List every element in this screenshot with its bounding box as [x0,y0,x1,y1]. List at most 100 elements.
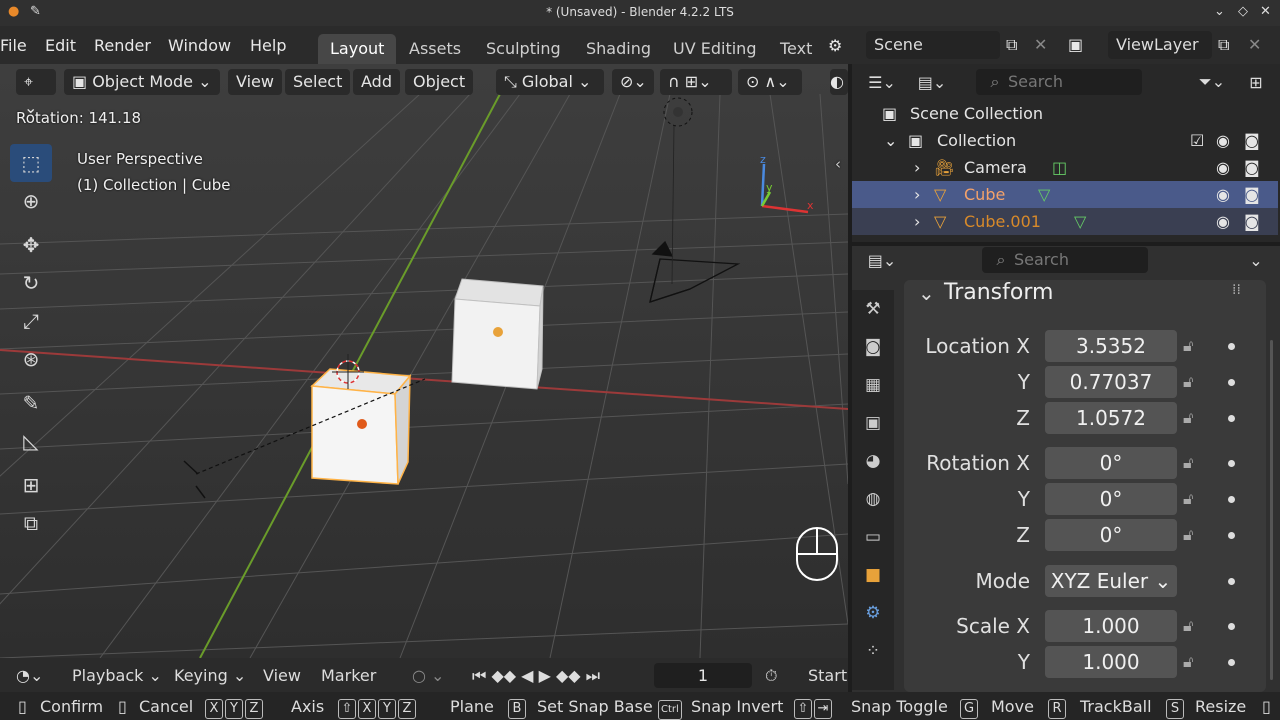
measure-tool-icon[interactable]: ◺ [10,422,52,460]
keyframe-dot[interactable] [1228,343,1235,350]
menu-window[interactable]: Window [168,36,231,55]
checkbox-icon[interactable]: ☑ [1190,127,1204,154]
outliner-row-cube[interactable]: › ▽ Cube ▽ ◉ ◙ [852,181,1278,208]
chevron-right-icon[interactable]: › [914,181,920,208]
outliner-row-scene-collection[interactable]: ▣ Scene Collection [852,100,1278,127]
cursor-tool-icon[interactable]: ⊕ [10,182,52,220]
camera-render-icon[interactable]: ◙ [1244,181,1260,208]
new-collection-icon[interactable]: ⊞ [1242,68,1270,96]
filter-icon[interactable]: ⏷⌄ [1192,68,1232,96]
minimize-button[interactable]: ⌄ [1214,4,1225,19]
keyframe-dot[interactable] [1228,379,1235,386]
outliner-row-collection[interactable]: ⌄ ▣ Collection ☑ ◉ ◙ [852,127,1278,154]
rotation-x-field[interactable]: 0° [1045,447,1177,479]
scene-icon[interactable]: ⚙ [828,36,842,55]
lock-icon[interactable]: 🔓︎ [1183,489,1193,509]
scale-tool-icon[interactable]: ⤢ [10,302,52,340]
tab-assets[interactable]: Assets [397,34,473,64]
chevron-down-icon[interactable]: ⌄ [884,127,897,154]
snap-icon[interactable]: ∩ ⊞⌄ [660,69,732,95]
camera-render-icon[interactable]: ◙ [1244,154,1260,181]
rotation-y-field[interactable]: 0° [1045,483,1177,515]
properties-scrollbar[interactable] [1270,340,1273,680]
viewport-menu-add[interactable]: Add [353,69,400,95]
render-tab-icon[interactable]: ◙ [852,328,894,366]
outliner-row-cube-001[interactable]: › ▽ Cube.001 ▽ ◉ ◙ [852,208,1278,235]
keyframe-dot[interactable] [1228,496,1235,503]
marker-menu[interactable]: Marker [321,666,376,685]
lock-icon[interactable]: 🔓︎ [1183,336,1193,356]
transform-panel-title[interactable]: Transform [944,280,1053,305]
outliner-editor-icon[interactable]: ☰⌄ [862,68,902,96]
chevron-down-icon[interactable]: ⌄ [1244,246,1268,274]
timeline-view-menu[interactable]: View [263,666,301,685]
move-tool-icon[interactable]: ✥ [10,226,52,264]
rotation-mode-dropdown[interactable]: XYZ Euler ⌄ [1045,565,1177,597]
scale-x-field[interactable]: 1.000 [1045,610,1177,642]
eye-icon[interactable]: ◉ [1216,181,1230,208]
modifier-tab-icon[interactable]: ⚙ [852,594,894,632]
delete-viewlayer-icon[interactable]: ✕ [1248,35,1261,54]
keyframe-dot[interactable] [1228,460,1235,467]
orientation-dropdown[interactable]: ⤡ Global ⌄ [496,69,604,95]
keyframe-dot[interactable] [1228,623,1235,630]
editor-type-button[interactable]: ⌖ ⌄ [16,69,56,117]
mesh-data-icon[interactable]: ▽ [1074,208,1086,235]
timeline-editor-icon[interactable]: ◔⌄ [16,666,43,685]
location-z-field[interactable]: 1.0572 [1045,402,1177,434]
tab-layout[interactable]: Layout [318,34,397,64]
eye-icon[interactable]: ◉ [1216,154,1230,181]
menu-file[interactable]: File [0,36,27,55]
auto-keying-icon[interactable]: ○ ⌄ [412,666,444,685]
copy-scene-icon[interactable]: ⧉ [1006,35,1017,55]
annotate-tool-icon[interactable]: ✎ [10,384,52,422]
transform-tool-icon[interactable]: ⊛ [10,340,52,378]
lock-icon[interactable]: 🔓︎ [1183,408,1193,428]
camera-data-icon[interactable]: ◫ [1052,154,1067,181]
rotate-tool-icon[interactable]: ↻ [10,264,52,302]
current-frame-field[interactable]: 1 [654,663,752,688]
rotation-z-field[interactable]: 0° [1045,519,1177,551]
properties-editor-icon[interactable]: ▤⌄ [862,246,902,274]
camera-render-icon[interactable]: ◙ [1244,127,1260,154]
add-cube-tool-icon[interactable]: ⊞ [10,466,52,504]
menu-help[interactable]: Help [250,36,286,55]
particles-tab-icon[interactable]: ⁘ [852,632,894,670]
menu-render[interactable]: Render [94,36,151,55]
location-y-field[interactable]: 0.77037 [1045,366,1177,398]
transform-cube-tool-icon[interactable]: ⧉ [10,504,52,542]
scene-selector[interactable]: Scene [866,31,1000,59]
collection-tab-icon[interactable]: ▭ [852,518,894,556]
scene-tab-icon[interactable]: ◕ [852,442,894,480]
object-tab-icon[interactable]: ■ [852,556,894,594]
keying-menu[interactable]: Keying ⌄ [174,666,246,685]
keyframe-dot[interactable] [1228,532,1235,539]
viewport-menu-object[interactable]: Object [405,69,474,95]
close-button[interactable]: ✕ [1260,4,1271,19]
tab-shading[interactable]: Shading [574,34,663,64]
camera-render-icon[interactable]: ◙ [1244,208,1260,235]
copy-viewlayer-icon[interactable]: ⧉ [1218,35,1229,55]
view-layer-tab-icon[interactable]: ▣ [852,404,894,442]
lock-icon[interactable]: 🔓︎ [1183,616,1193,636]
viewlayer-selector[interactable]: ViewLayer [1108,31,1212,59]
pivot-point-icon[interactable]: ⊘⌄ [612,69,654,95]
chevron-down-icon[interactable]: ⌄ [918,281,935,305]
lock-icon[interactable]: 🔓︎ [1183,652,1193,672]
tab-uv-editing[interactable]: UV Editing [661,34,768,64]
object-mode-dropdown[interactable]: ▣ Object Mode ⌄ [64,69,220,95]
timer-icon[interactable]: ⏱ [765,666,777,686]
playback-controls[interactable]: ⏮ ◆◆ ◀ ▶ ◆◆ ⏭ [472,666,600,686]
maximize-button[interactable]: ◇ [1238,4,1248,19]
chevron-right-icon[interactable]: › [914,208,920,235]
scale-y-field[interactable]: 1.000 [1045,646,1177,678]
location-x-field[interactable]: 3.5352 [1045,330,1177,362]
mesh-data-icon[interactable]: ▽ [1038,181,1050,208]
output-tab-icon[interactable]: ▦ [852,366,894,404]
select-box-icon[interactable]: ⬚ [10,144,52,182]
tab-text[interactable]: Text [768,34,824,64]
outliner-row-camera[interactable]: › 🎥︎ Camera ◫ ◉ ◙ [852,154,1278,181]
display-mode-icon[interactable]: ▤⌄ [912,68,952,96]
viewport-menu-select[interactable]: Select [285,69,351,95]
keyframe-dot[interactable] [1228,415,1235,422]
